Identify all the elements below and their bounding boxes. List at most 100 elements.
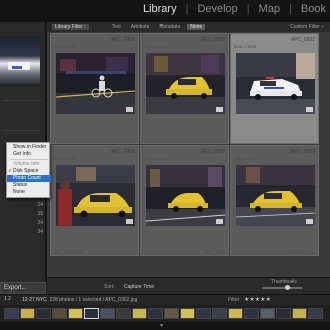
filmstrip-source-info: 12-27 NYC 228 photos / 1 selected / APC_… xyxy=(22,297,137,303)
grid-cell[interactable]: APC_0299 4032 x 3024 20171227_238 xyxy=(230,145,319,256)
filmstrip-thumbnail[interactable] xyxy=(52,308,67,319)
module-separator: | xyxy=(289,3,292,15)
selection-info: 228 photos / 1 selected / APC_0302.jpg xyxy=(49,297,138,303)
menu-header-volume-info: Volume Info xyxy=(13,161,40,167)
cell-filename: APC_0300 xyxy=(200,149,225,155)
cell-footer: 20171227_238 xyxy=(288,250,315,255)
filmstrip-thumbnail[interactable] xyxy=(100,308,115,319)
metadata-badge-icon xyxy=(216,107,223,112)
grid-cell[interactable]: APC_0301 4032 x 3024 APC_0305-Edit xyxy=(50,145,139,256)
filmstrip-thumbnail[interactable] xyxy=(84,308,99,319)
module-picker: Library | Develop | Map | Book xyxy=(143,3,326,15)
photo-thumbnail[interactable] xyxy=(56,53,135,114)
thumbnail-size-slider[interactable] xyxy=(262,287,302,289)
filmstrip-thumbnail[interactable] xyxy=(292,308,307,319)
cell-dimensions: 4032 x 3024 xyxy=(234,156,257,161)
secondary-window-buttons[interactable]: 1 2 xyxy=(4,296,11,302)
filmstrip-thumbnail[interactable] xyxy=(20,308,35,319)
menu-item-label: Disk Space xyxy=(13,168,39,174)
rating-filter-stars[interactable]: ★★★★★ xyxy=(244,296,271,303)
sort-dropdown[interactable]: Capture Time xyxy=(124,284,154,290)
export-button[interactable]: Export... xyxy=(0,282,46,294)
navigator-preview[interactable] xyxy=(0,36,40,86)
filmstrip-thumbnail[interactable] xyxy=(212,308,227,319)
folder-count: 24 xyxy=(37,202,43,208)
filmstrip-thumbnail[interactable] xyxy=(164,308,179,319)
cell-filename: APC_0299 xyxy=(290,149,315,155)
filmstrip-thumbnail[interactable] xyxy=(308,308,323,319)
filmstrip-thumbnail[interactable] xyxy=(116,308,131,319)
checkmark-icon: ✓ xyxy=(8,168,13,174)
menu-divider xyxy=(10,159,48,160)
menu-item-disk-space[interactable]: ✓ Disk Space xyxy=(7,168,51,175)
metadata-badge-icon xyxy=(306,107,313,112)
thumbnails-label: Thumbnails xyxy=(271,279,297,285)
module-book[interactable]: Book xyxy=(301,3,326,15)
filter-tab-text[interactable]: Text xyxy=(109,24,124,30)
menu-item-show-in-finder[interactable]: Show in Finder xyxy=(7,144,51,151)
grid-cell[interactable]: APC_0300 4032 x 3024 APC_0308 xyxy=(140,145,229,256)
metadata-badge-icon xyxy=(126,107,133,112)
grid-cell[interactable]: APC_0302 4032 x 3024 xyxy=(230,33,319,144)
filter-tab-none[interactable]: None xyxy=(187,24,206,30)
cell-dimensions: 4032 x 3024 xyxy=(144,44,167,49)
menu-item-photo-count[interactable]: Photo Count xyxy=(7,175,51,182)
sort-label: Sort: xyxy=(104,284,115,290)
panel-divider xyxy=(2,130,42,131)
module-separator: | xyxy=(246,3,250,15)
filmstrip-thumbnail[interactable] xyxy=(68,308,83,319)
volume-info-context-menu: Show in Finder Get Info Volume Info ✓ Dis… xyxy=(6,142,51,198)
filmstrip-thumbnail[interactable] xyxy=(36,308,51,319)
folder-count: 35 xyxy=(37,211,43,217)
module-develop[interactable]: Develop xyxy=(197,3,237,15)
grid-cell[interactable]: APC_0306 4032 x 3024 xyxy=(140,33,229,144)
filmstrip-filter-label: Filter : xyxy=(228,297,242,303)
cell-footer: APC_0305-Edit xyxy=(54,250,82,255)
module-separator: | xyxy=(185,3,189,15)
metadata-badge-icon xyxy=(216,219,223,224)
filmstrip-thumbnail[interactable] xyxy=(148,308,163,319)
cell-filename: APC_0304 xyxy=(110,37,135,43)
photo-thumbnail[interactable] xyxy=(236,53,315,114)
menu-item-status[interactable]: Status xyxy=(7,182,51,189)
filmstrip-thumbnail[interactable] xyxy=(228,308,243,319)
menu-item-get-info[interactable]: Get Info xyxy=(7,151,51,158)
filter-preset[interactable]: Custom Filter ÷ xyxy=(290,24,324,30)
panel-divider xyxy=(2,100,42,101)
photo-thumbnail[interactable] xyxy=(146,53,225,114)
cell-dimensions: 4032 x 3024 xyxy=(234,44,257,49)
library-filter-bar: Library Filter : Text Attribute Metadata… xyxy=(47,22,330,32)
metadata-badge-icon xyxy=(126,219,133,224)
metadata-badge-icon xyxy=(306,219,313,224)
source-folder[interactable]: 12-27 NYC xyxy=(22,297,47,303)
cell-footer: APC_0308 xyxy=(205,250,225,255)
cell-dimensions: 4032 x 3024 xyxy=(54,44,77,49)
cell-filename: APC_0306 xyxy=(200,37,225,43)
photo-thumbnail[interactable] xyxy=(146,165,225,226)
filter-tab-attribute[interactable]: Attribute xyxy=(128,24,153,30)
filmstrip-thumbnail[interactable] xyxy=(244,308,259,319)
cell-filename: APC_0302 xyxy=(290,37,315,43)
folder-count: 24 xyxy=(37,220,43,226)
filmstrip-thumbnail[interactable] xyxy=(260,308,275,319)
cell-dimensions: 4032 x 3024 xyxy=(54,156,77,161)
filmstrip-thumbnail[interactable] xyxy=(180,308,195,319)
photo-thumbnail[interactable] xyxy=(236,165,315,226)
bottom-panel-edge xyxy=(0,322,330,330)
grid-cell[interactable]: APC_0304 4032 x 3024 xyxy=(50,33,139,144)
cell-filename: APC_0301 xyxy=(110,149,135,155)
menu-item-none[interactable]: None xyxy=(7,189,51,196)
photo-thumbnail[interactable] xyxy=(56,165,135,226)
slider-knob[interactable] xyxy=(285,285,290,290)
module-library[interactable]: Library xyxy=(143,3,177,15)
collapse-top-arrow-icon[interactable]: ▴ xyxy=(160,22,163,28)
module-map[interactable]: Map xyxy=(259,3,280,15)
filmstrip-thumbnail[interactable] xyxy=(196,308,211,319)
filmstrip-thumbnail[interactable] xyxy=(4,308,19,319)
collapse-arrow-icon[interactable]: ▾ xyxy=(160,322,163,329)
folder-count: 34 xyxy=(37,229,43,235)
cell-dimensions: 4032 x 3024 xyxy=(144,156,167,161)
filmstrip-thumbnail[interactable] xyxy=(276,308,291,319)
filmstrip-thumbnail[interactable] xyxy=(132,308,147,319)
filter-title: Library Filter : xyxy=(52,24,89,30)
